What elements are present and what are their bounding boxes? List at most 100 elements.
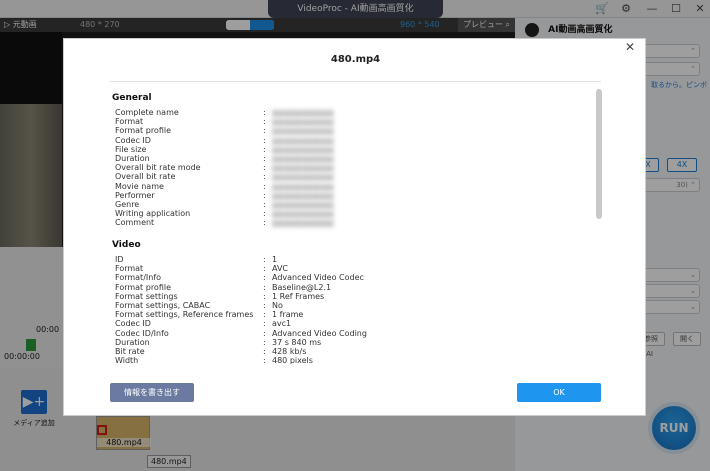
dialog-title: 480.mp4 <box>330 54 381 65</box>
info-row: File size: ▆▆▆▆▆▆▆▆▆▆ <box>115 145 575 154</box>
info-row: Bit rate:428 kb/s <box>115 347 575 356</box>
redacted-value: ▆▆▆▆▆▆▆▆▆▆ <box>272 181 334 191</box>
info-key: Codec ID/Info <box>115 328 169 338</box>
info-colon: : <box>263 264 266 274</box>
info-colon: : <box>263 200 266 209</box>
redacted-value: ▆▆▆▆▆▆▆▆▆▆ <box>272 154 334 163</box>
close-icon[interactable]: ✕ <box>623 40 637 54</box>
info-colon: : <box>263 310 266 320</box>
media-info-scroll[interactable]: General Complete name: ▆▆▆▆▆▆▆▆▆▆ Format: ▆… <box>110 89 605 364</box>
info-row: Genre: ▆▆▆▆▆▆▆▆▆▆ <box>115 200 575 209</box>
info-key: Duration <box>115 154 150 163</box>
info-colon: : <box>263 356 266 364</box>
export-info-button[interactable]: 情報を書き出す <box>110 383 194 402</box>
info-row: Format/Info: Advanced Video Codec <box>115 273 575 282</box>
info-value: 1 <box>272 255 278 264</box>
info-colon: : <box>263 135 266 145</box>
info-key: Overall bit rate <box>115 172 176 182</box>
info-key: Genre <box>115 200 140 209</box>
info-colon: : <box>263 347 266 356</box>
info-value: Advanced Video Codec <box>272 273 364 283</box>
info-key: ID <box>115 255 124 264</box>
info-value: Advanced Video Coding <box>272 328 367 338</box>
info-key: Movie name <box>115 181 164 191</box>
redacted-value: ▆▆▆▆▆▆▆▆▆▆ <box>272 144 334 154</box>
info-colon: : <box>263 190 266 200</box>
info-colon: : <box>263 291 266 301</box>
info-value: 1 Ref Frames <box>272 291 325 301</box>
info-key: Complete name <box>115 108 179 117</box>
info-key: Comment <box>115 218 155 228</box>
info-colon: : <box>263 337 266 347</box>
info-value: 480 pixels <box>272 356 313 364</box>
info-key: Format <box>115 264 144 274</box>
info-row: Performer: ▆▆▆▆▆▆▆▆▆▆ <box>115 191 575 200</box>
info-row: Codec ID/Info: Advanced Video Coding <box>115 329 575 338</box>
redacted-value: ▆▆▆▆▆▆▆▆▆▆ <box>272 126 334 136</box>
info-colon: : <box>263 108 266 117</box>
info-value: 1 frame <box>272 310 304 320</box>
info-row: Overall bit rate: ▆▆▆▆▆▆▆▆▆▆ <box>115 172 575 181</box>
info-key: Writing application <box>115 209 191 219</box>
info-value: AVC <box>272 264 289 274</box>
info-row: Duration: ▆▆▆▆▆▆▆▆▆▆ <box>115 154 575 163</box>
info-colon: : <box>263 117 266 127</box>
scrollbar-thumb[interactable] <box>596 89 602 219</box>
info-colon: : <box>263 126 266 136</box>
videoproc-window: VideoProc - AI動画高画質化 🛒 ⚙ — ☐ ✕ ▷ 元動画 480… <box>0 0 710 471</box>
info-row: Writing application: ▆▆▆▆▆▆▆▆▆▆ <box>115 209 575 218</box>
redacted-value: ▆▆▆▆▆▆▆▆▆▆ <box>272 172 334 182</box>
info-row: Width:480 pixels <box>115 356 575 364</box>
info-key: File size <box>115 144 147 154</box>
info-value: avc1 <box>272 319 292 329</box>
info-row: Comment: ▆▆▆▆▆▆▆▆▆▆ <box>115 218 575 227</box>
info-colon: : <box>263 218 266 228</box>
info-colon: : <box>263 172 266 182</box>
info-colon: : <box>263 209 266 219</box>
info-row: Format settings, Reference frames:1 fram… <box>115 310 575 319</box>
redacted-value: ▆▆▆▆▆▆▆▆▆▆ <box>272 135 334 145</box>
info-key: Format profile <box>115 282 172 292</box>
info-colon: : <box>263 319 266 329</box>
info-row: Format profile: ▆▆▆▆▆▆▆▆▆▆ <box>115 126 575 135</box>
info-row: Format: AVC <box>115 264 575 273</box>
info-key: Overall bit rate mode <box>115 163 201 173</box>
info-key: Duration <box>115 337 150 347</box>
info-row: Format settings, CABAC: No <box>115 301 575 310</box>
info-row: Overall bit rate mode: ▆▆▆▆▆▆▆▆▆▆ <box>115 163 575 172</box>
redacted-value: ▆▆▆▆▆▆▆▆▆▆ <box>272 218 334 228</box>
info-value: Baseline@L2.1 <box>272 282 332 292</box>
info-key: Bit rate <box>115 347 145 356</box>
info-key: Codec ID <box>115 135 151 145</box>
video-heading: Video <box>112 240 141 250</box>
redacted-value: ▆▆▆▆▆▆▆▆▆▆ <box>272 190 334 200</box>
redacted-value: ▆▆▆▆▆▆▆▆▆▆ <box>272 117 334 127</box>
info-value: 37 s 840 ms <box>272 337 322 347</box>
info-row: Format settings:1 Ref Frames <box>115 292 575 301</box>
info-colon: : <box>263 154 266 163</box>
redacted-value: ▆▆▆▆▆▆▆▆▆▆ <box>272 200 334 209</box>
info-colon: : <box>263 181 266 191</box>
info-row: Codec ID: ▆▆▆▆▆▆▆▆▆▆ <box>115 136 575 145</box>
info-row: Movie name: ▆▆▆▆▆▆▆▆▆▆ <box>115 182 575 191</box>
info-row: Format profile: Baseline@L2.1 <box>115 283 575 292</box>
info-row: Codec ID: avc1 <box>115 319 575 328</box>
info-colon: : <box>263 282 266 292</box>
info-colon: : <box>263 144 266 154</box>
info-row: Duration:37 s 840 ms <box>115 338 575 347</box>
title-divider <box>110 81 601 82</box>
info-row: ID:1 <box>115 255 575 264</box>
info-colon: : <box>263 273 266 283</box>
redacted-value: ▆▆▆▆▆▆▆▆▆▆ <box>272 209 334 219</box>
info-key: Format profile <box>115 126 172 136</box>
info-value: 428 kb/s <box>272 347 307 356</box>
ok-button[interactable]: OK <box>517 383 601 402</box>
info-key: Format <box>115 117 144 127</box>
info-key: Format/Info <box>115 273 162 283</box>
info-key: Format settings, CABAC <box>115 301 211 310</box>
info-key: Width <box>115 356 139 364</box>
info-value: No <box>272 301 283 310</box>
info-row: Format: ▆▆▆▆▆▆▆▆▆▆ <box>115 117 575 126</box>
info-colon: : <box>263 163 266 173</box>
general-heading: General <box>112 93 152 103</box>
